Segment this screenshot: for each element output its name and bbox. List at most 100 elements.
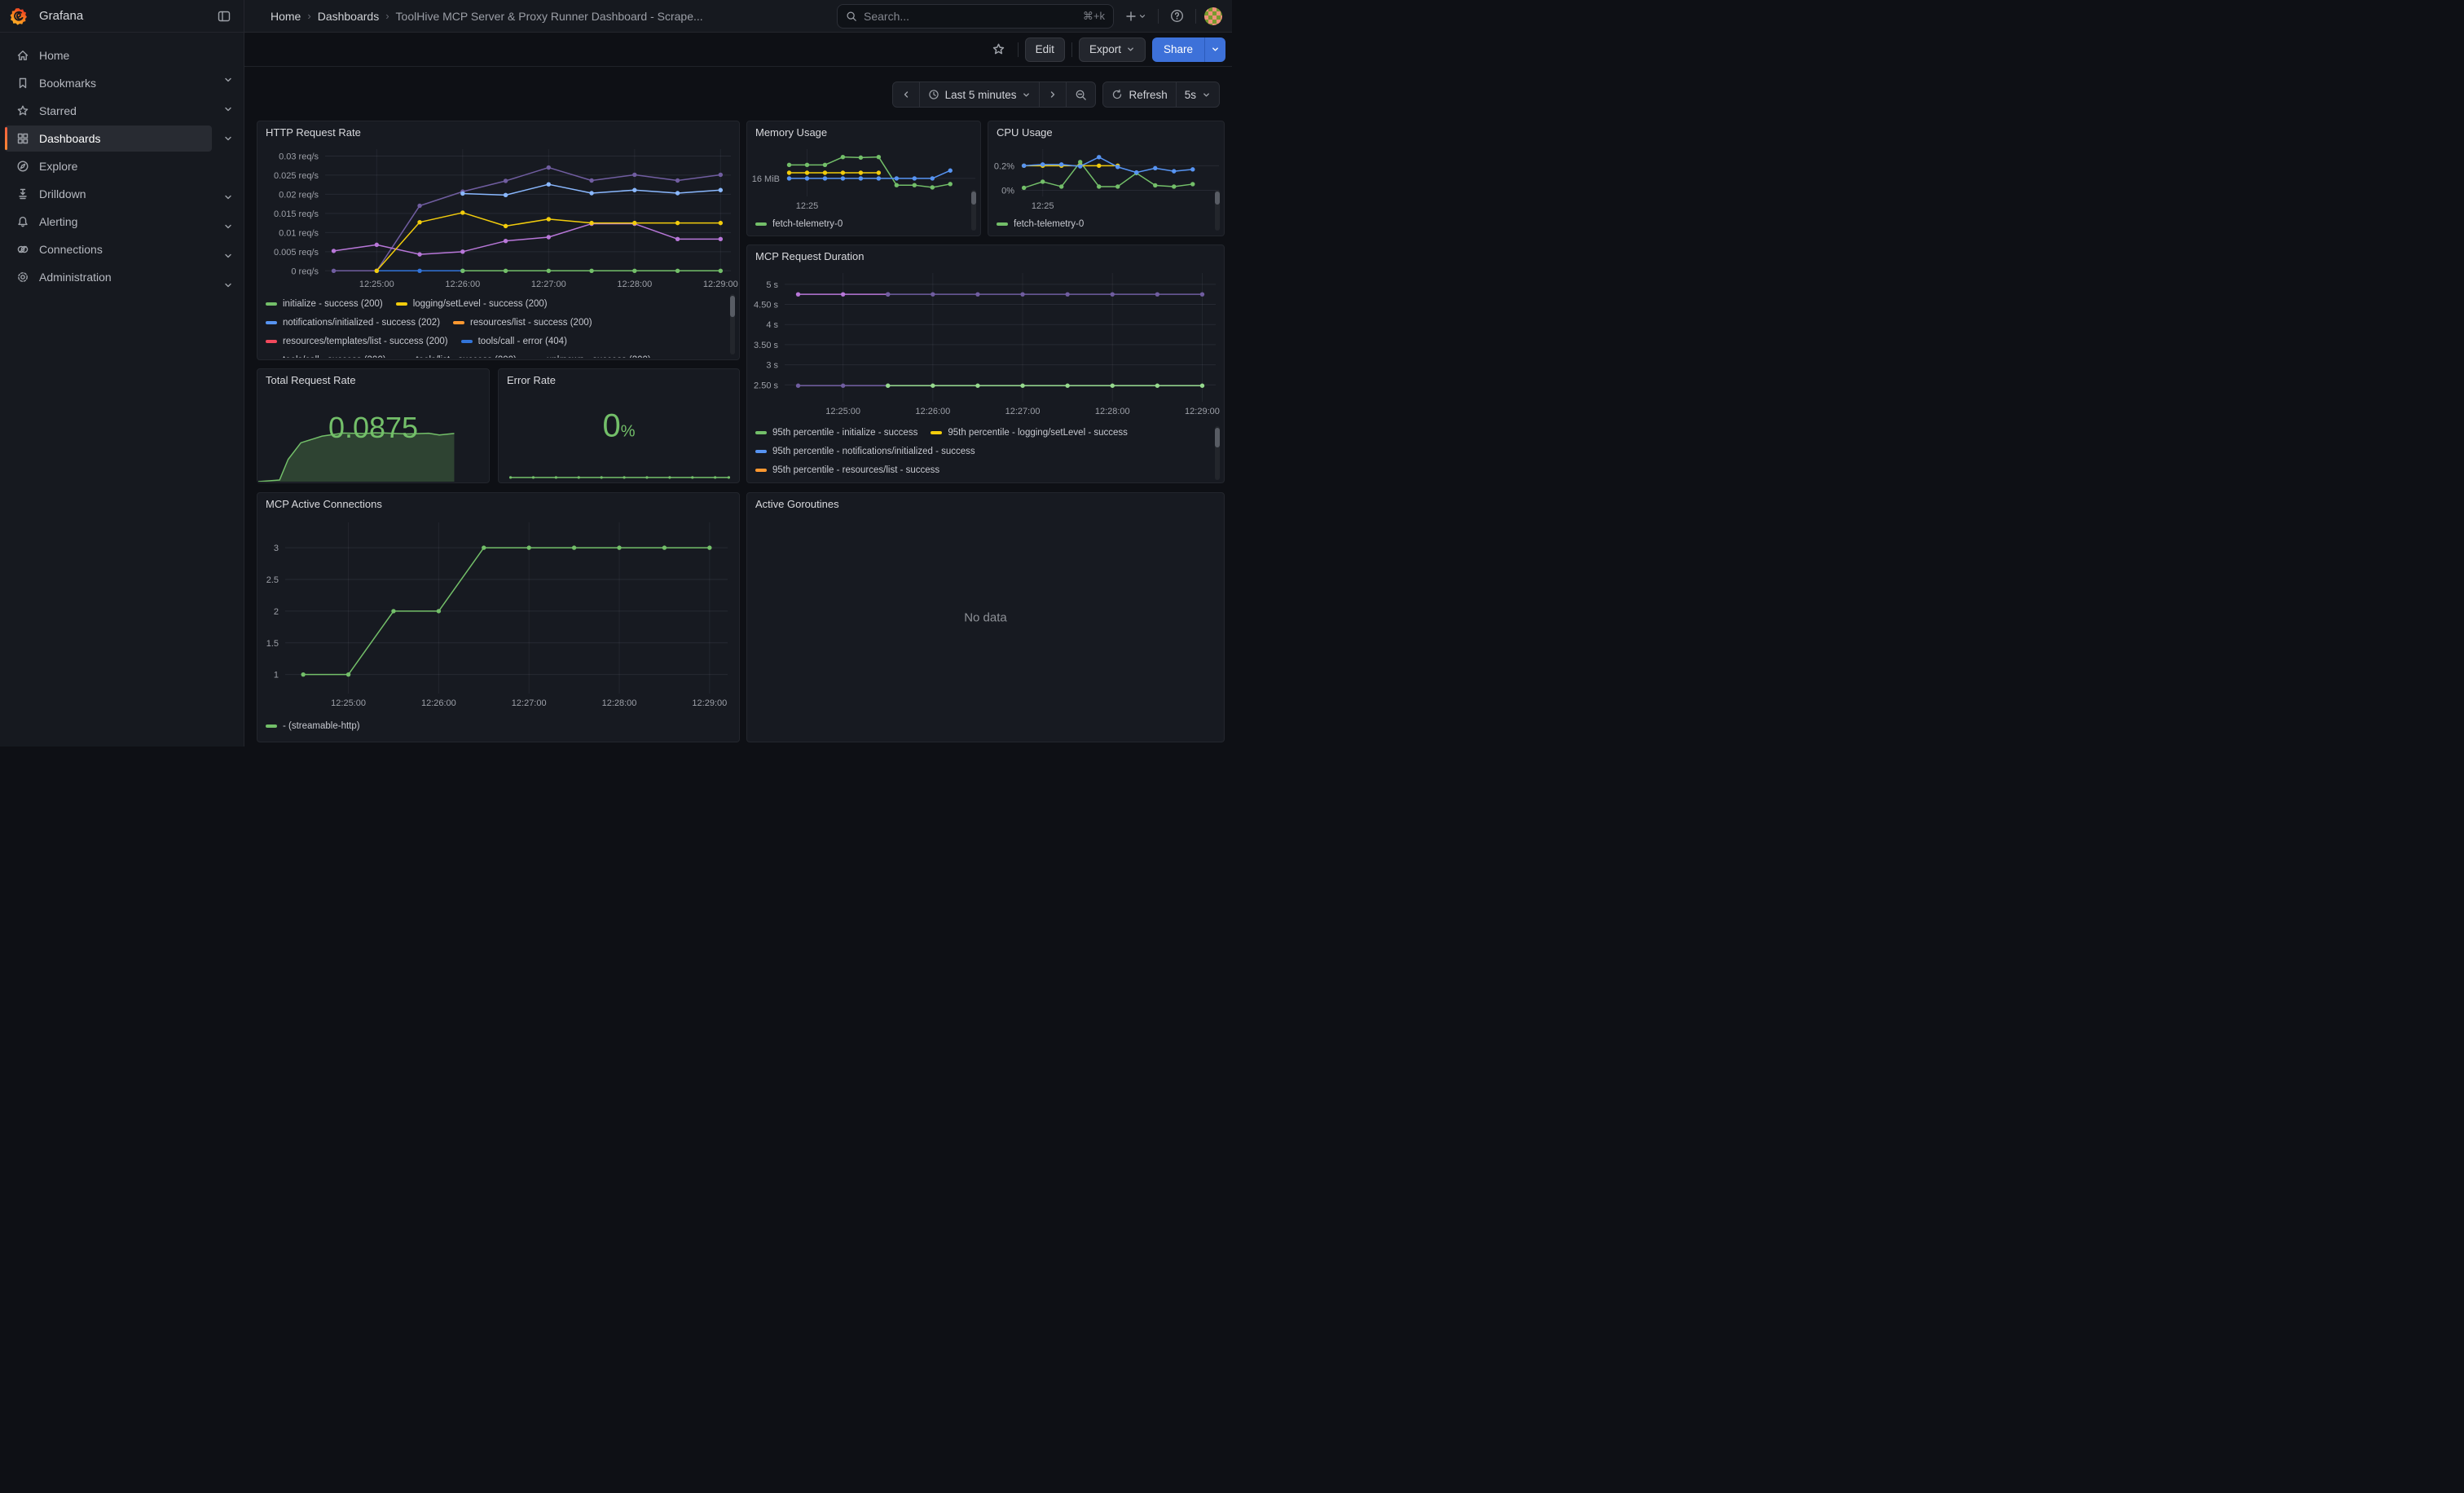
legend-item[interactable]: notifications/initialized - success (202…	[266, 313, 440, 332]
legend-label: fetch-telemetry-0	[772, 219, 843, 229]
refresh-interval-picker[interactable]: 5s	[1176, 82, 1219, 107]
svg-text:4.50 s: 4.50 s	[754, 301, 778, 310]
http-request-rate-chart[interactable]: 12:25:0012:26:0012:27:0012:28:0012:29:00…	[257, 143, 739, 293]
sidebar-expand-dashboards[interactable]	[218, 129, 238, 148]
zoom-out-icon	[1075, 89, 1087, 101]
edit-button[interactable]: Edit	[1025, 37, 1065, 62]
legend-item[interactable]: - (streamable-http)	[266, 716, 360, 735]
legend-swatch	[453, 321, 464, 324]
sidebar-item-dashboards[interactable]: Dashboards	[5, 126, 212, 152]
user-avatar[interactable]	[1204, 7, 1222, 25]
memory-usage-chart[interactable]: 12:2516 MiB	[747, 143, 980, 213]
legend-item[interactable]: 95th percentile - notifications/initiali…	[755, 442, 975, 460]
time-forward-button[interactable]	[1039, 82, 1066, 107]
legend-item[interactable]: 95th percentile - resources/list - succe…	[755, 460, 939, 479]
sidebar-item-explore[interactable]: Explore	[5, 153, 212, 179]
time-back-button[interactable]	[893, 82, 919, 107]
grafana-logo-icon[interactable]	[10, 7, 28, 25]
export-button[interactable]: Export	[1079, 37, 1146, 62]
panel-title[interactable]: Error Rate	[499, 369, 739, 390]
split-pane-icon	[218, 10, 231, 23]
legend-item[interactable]: unknown - success (200)	[530, 350, 651, 358]
add-new-button[interactable]	[1122, 7, 1150, 25]
mcp-request-duration-chart[interactable]: 12:25:0012:26:0012:27:0012:28:0012:29:00…	[747, 266, 1224, 421]
compass-icon	[16, 160, 29, 173]
legend-item[interactable]: 95th percentile - initialize - success	[755, 423, 917, 442]
http-legend: initialize - success (200) logging/setLev…	[257, 293, 739, 358]
time-range-picker[interactable]: Last 5 minutes	[919, 82, 1040, 107]
breadcrumb-dashboards[interactable]: Dashboards	[318, 10, 380, 23]
error-rate-sparkline[interactable]	[499, 464, 740, 482]
legend-item[interactable]: resources/templates/list - success (200)	[266, 332, 448, 350]
sidebar-item-administration[interactable]: Administration	[5, 264, 212, 290]
panel-title[interactable]: MCP Active Connections	[257, 493, 739, 514]
sidebar-nav: Home Bookmarks Starred Dashboards Explor…	[0, 33, 244, 746]
refresh-group: Refresh 5s	[1102, 81, 1220, 108]
sidebar-toggle-button[interactable]	[213, 5, 235, 28]
share-button[interactable]: Share	[1152, 37, 1204, 62]
sidebar-item-alerting[interactable]: Alerting	[5, 209, 212, 235]
breadcrumb-home[interactable]: Home	[271, 10, 301, 23]
refresh-label: Refresh	[1129, 89, 1167, 101]
sidebar-expand-connections[interactable]	[218, 246, 238, 266]
refresh-icon	[1111, 89, 1123, 100]
legend-item[interactable]: 95th percentile - resources/templates/li…	[755, 479, 983, 481]
panel-title[interactable]: CPU Usage	[988, 121, 1224, 143]
search-input[interactable]: ⌘+k	[837, 4, 1114, 29]
legend-label: 95th percentile - logging/setLevel - suc…	[948, 428, 1128, 438]
cpu-usage-chart[interactable]: 12:250%0.2%	[988, 143, 1224, 213]
sidebar-item-connections[interactable]: Connections	[5, 236, 212, 262]
legend-scrollbar	[730, 294, 735, 355]
sidebar-expand-administration[interactable]	[218, 275, 238, 295]
share-menu-button[interactable]	[1204, 37, 1225, 62]
svg-text:3 s: 3 s	[766, 361, 778, 371]
panel-title[interactable]: Memory Usage	[747, 121, 980, 143]
chevron-down-icon	[223, 104, 233, 114]
svg-text:1.5: 1.5	[266, 639, 279, 649]
help-button[interactable]	[1167, 6, 1187, 26]
legend-item[interactable]: 95th percentile - logging/setLevel - suc…	[931, 423, 1128, 442]
sidebar-expand-bookmarks[interactable]	[218, 70, 238, 90]
panel-title[interactable]: Active Goroutines	[747, 493, 1224, 514]
search-field[interactable]	[864, 10, 1076, 23]
svg-text:0.03 req/s: 0.03 req/s	[279, 152, 319, 161]
sidebar-expand-drilldown[interactable]	[218, 187, 238, 207]
scrollbar-thumb[interactable]	[730, 296, 735, 317]
legend-item[interactable]: tools/call - success (200)	[266, 350, 386, 358]
legend-item[interactable]: logging/setLevel - success (200)	[396, 294, 548, 313]
scrollbar-thumb[interactable]	[971, 192, 976, 205]
connections-legend: - (streamable-http)	[257, 715, 739, 739]
legend-label: - (streamable-http)	[283, 721, 360, 731]
legend-item[interactable]: tools/list - success (200)	[399, 350, 517, 358]
panel-mcp-active-connections: MCP Active Connections 12:25:0012:26:001…	[257, 492, 740, 742]
scrollbar-thumb[interactable]	[1215, 192, 1220, 205]
favorite-star-button[interactable]	[987, 37, 1011, 62]
legend-swatch	[755, 431, 767, 434]
panel-title[interactable]: Total Request Rate	[257, 369, 489, 390]
legend-item[interactable]: tools/call - error (404)	[461, 332, 567, 350]
svg-text:12:29:00: 12:29:00	[1185, 407, 1220, 416]
legend-item[interactable]: fetch-telemetry-0	[755, 214, 843, 233]
sidebar-item-drilldown[interactable]: Drilldown	[5, 181, 212, 207]
legend-item[interactable]: resources/list - success (200)	[453, 313, 592, 332]
sidebar-expand-alerting[interactable]	[218, 217, 238, 236]
sidebar-expand-starred[interactable]	[218, 99, 238, 119]
refresh-button[interactable]: Refresh	[1103, 82, 1175, 107]
legend-swatch	[266, 340, 277, 343]
sidebar-item-label: Connections	[39, 243, 103, 256]
panel-title[interactable]: HTTP Request Rate	[257, 121, 739, 143]
zoom-out-button[interactable]	[1066, 82, 1095, 107]
svg-text:12:26:00: 12:26:00	[421, 698, 456, 708]
mcp-active-connections-chart[interactable]: 12:25:0012:26:0012:27:0012:28:0012:29:00…	[257, 514, 739, 715]
bookmark-icon	[16, 77, 29, 90]
panel-title[interactable]: MCP Request Duration	[747, 245, 1224, 266]
legend-item[interactable]: initialize - success (200)	[266, 294, 383, 313]
scrollbar-thumb[interactable]	[1215, 428, 1220, 447]
svg-text:12:28:00: 12:28:00	[602, 698, 637, 708]
sidebar-item-starred[interactable]: Starred	[5, 98, 212, 124]
legend-swatch	[266, 321, 277, 324]
sidebar-item-home[interactable]: Home	[5, 42, 212, 68]
svg-text:12:26:00: 12:26:00	[915, 407, 950, 416]
legend-item[interactable]: fetch-telemetry-0	[997, 214, 1084, 233]
sidebar-item-bookmarks[interactable]: Bookmarks	[5, 70, 212, 96]
